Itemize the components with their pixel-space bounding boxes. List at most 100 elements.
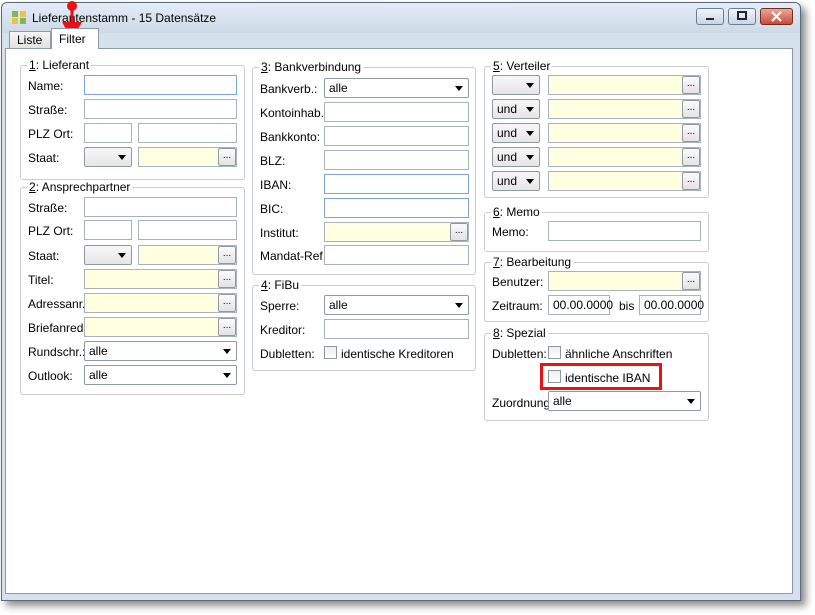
ap-strasse-input[interactable] (84, 197, 237, 217)
kreditor-input[interactable] (324, 319, 469, 339)
ap-plz-label: PLZ Ort: (28, 224, 74, 238)
lieferant-name-input[interactable] (84, 75, 237, 95)
verteiler-input-2[interactable] (548, 99, 701, 119)
ap-outlook-label: Outlook: (28, 369, 73, 383)
bankverb-value: alle (329, 81, 348, 95)
chevron-down-icon (223, 373, 231, 378)
ap-titel-lookup-button[interactable]: ... (218, 270, 236, 288)
verteiler-lookup-button-2[interactable]: ... (682, 100, 700, 118)
mandat-label: Mandat-Ref.: (260, 249, 330, 263)
maximize-button[interactable] (728, 8, 756, 25)
bankkonto-input[interactable] (324, 126, 469, 146)
lieferant-strasse-label: Straße: (28, 103, 68, 117)
chevron-down-icon (223, 349, 231, 354)
zeitraum-bis-input[interactable]: 00.00.0000 (639, 295, 704, 315)
lieferant-strasse-input[interactable] (84, 99, 237, 119)
lieferant-staat-select[interactable] (84, 147, 132, 167)
group-verteiler-legend: 5: Verteiler (491, 59, 553, 73)
benutzer-label: Benutzer: (492, 275, 544, 289)
iban-input[interactable] (324, 174, 469, 194)
identische-kreditoren-checkbox[interactable] (324, 346, 337, 359)
zuordnung-select[interactable]: alle (548, 391, 701, 411)
group-bearbeitung-legend: 7: Bearbeitung (491, 255, 574, 269)
aehnliche-anschriften-checkbox[interactable] (548, 346, 561, 359)
verteiler-input-1[interactable] (548, 75, 701, 95)
minimize-button[interactable] (696, 8, 724, 25)
ap-ort-input[interactable] (138, 220, 237, 240)
zuordnung-label: Zuordnung: (492, 396, 554, 410)
bankverb-select[interactable]: alle (324, 78, 469, 98)
verteiler-op-select-5[interactable]: und (492, 171, 540, 191)
verteiler-op-select-3[interactable]: und (492, 123, 540, 143)
group-bankverbindung: 3: Bankverbindung (252, 60, 476, 275)
lieferant-staat-lookup-button[interactable]: ... (218, 148, 236, 166)
ap-briefanr-lookup-button[interactable]: ... (218, 318, 236, 336)
ap-staat-lookup-button[interactable]: ... (218, 246, 236, 264)
tab-filter[interactable]: Filter (51, 28, 99, 49)
ap-adressanr-lookup-button[interactable]: ... (218, 294, 236, 312)
title-bar[interactable]: Lieferantenstamm - 15 Datensätze (2, 3, 800, 33)
memo-label: Memo: (492, 225, 529, 239)
kontoinhab-input[interactable] (324, 102, 469, 122)
kontoinhab-label: Kontoinhab.: (260, 106, 328, 120)
zeitraum-label: Zeitraum: (492, 299, 543, 313)
ap-adressanr-label: Adressanr.: (28, 297, 89, 311)
app-icon (12, 11, 26, 24)
memo-input[interactable] (548, 221, 701, 241)
tab-liste-label: Liste (17, 33, 43, 47)
institut-lookup-button[interactable]: ... (450, 223, 468, 241)
chevron-down-icon (526, 131, 534, 136)
verteiler-op-value: und (497, 102, 518, 116)
ap-titel-input[interactable] (84, 269, 237, 289)
chevron-down-icon (118, 253, 126, 258)
sperre-value: alle (329, 298, 348, 312)
verteiler-input-5[interactable] (548, 171, 701, 191)
benutzer-input[interactable] (548, 271, 701, 291)
aehnliche-anschriften-label[interactable]: ähnliche Anschriften (565, 347, 672, 361)
lieferant-ort-input[interactable] (138, 123, 237, 143)
verteiler-input-3[interactable] (548, 123, 701, 143)
zeitraum-von-input[interactable]: 00.00.0000 (548, 295, 613, 315)
ap-outlook-select[interactable]: alle (84, 365, 237, 385)
ap-outlook-value: alle (89, 368, 108, 382)
benutzer-lookup-button[interactable]: ... (682, 272, 700, 290)
sperre-select[interactable]: alle (324, 295, 469, 315)
verteiler-lookup-button-4[interactable]: ... (682, 148, 700, 166)
close-button[interactable] (760, 8, 793, 25)
ap-rundschr-label: Rundschr.: (28, 345, 86, 359)
identische-kreditoren-label[interactable]: identische Kreditoren (341, 347, 454, 361)
group-lieferant-legend: 1: Lieferant (27, 58, 92, 72)
lieferant-plz-label: PLZ Ort: (28, 127, 74, 141)
verteiler-op-select-4[interactable]: und (492, 147, 540, 167)
chevron-down-icon (526, 107, 534, 112)
lieferant-staat-label: Staat: (28, 151, 60, 165)
chevron-down-icon (118, 155, 126, 160)
verteiler-lookup-button-5[interactable]: ... (682, 172, 700, 190)
sperre-label: Sperre: (260, 299, 300, 313)
ap-briefanr-label: Briefanred.: (28, 321, 91, 335)
blz-input[interactable] (324, 150, 469, 170)
fibu-dubletten-label: Dubletten: (260, 347, 315, 361)
ap-adressanr-input[interactable] (84, 293, 237, 313)
minimize-icon (706, 18, 714, 20)
institut-input[interactable] (324, 222, 469, 242)
verteiler-input-4[interactable] (548, 147, 701, 167)
verteiler-op-select-2[interactable]: und (492, 99, 540, 119)
chevron-down-icon (526, 179, 534, 184)
tab-filter-label: Filter (59, 32, 86, 46)
bic-label: BIC: (260, 202, 284, 216)
ap-staat-select[interactable] (84, 245, 132, 265)
ap-rundschr-value: alle (89, 344, 108, 358)
ap-briefanr-input[interactable] (84, 317, 237, 337)
tab-liste[interactable]: Liste (9, 31, 51, 48)
verteiler-lookup-button-3[interactable]: ... (682, 124, 700, 142)
bic-input[interactable] (324, 198, 469, 218)
ap-plz-input[interactable] (84, 220, 132, 240)
verteiler-op-select-1[interactable] (492, 75, 540, 95)
verteiler-op-value: und (497, 174, 518, 188)
verteiler-lookup-button-1[interactable]: ... (682, 76, 700, 94)
mandat-input[interactable] (324, 245, 469, 265)
group-bankverbindung-legend: 3: Bankverbindung (259, 60, 364, 74)
ap-rundschr-select[interactable]: alle (84, 341, 237, 361)
lieferant-plz-input[interactable] (84, 123, 132, 143)
